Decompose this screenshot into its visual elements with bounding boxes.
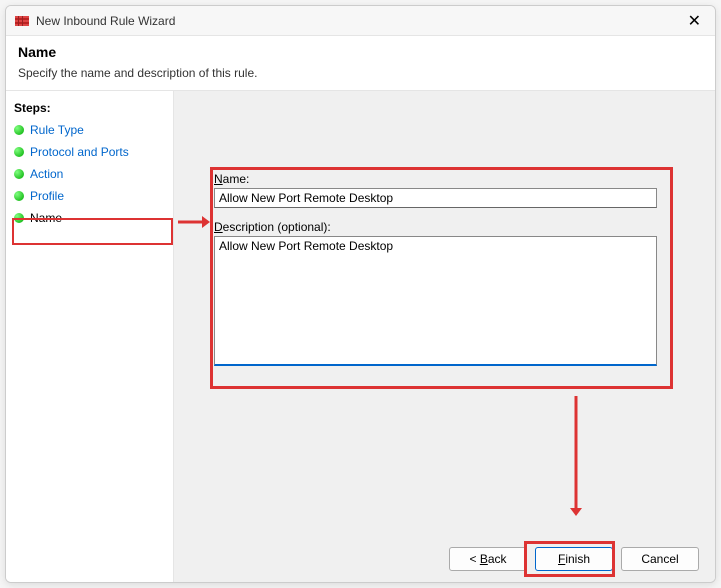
form-area: Name: Description (optional): Allow New … — [214, 172, 669, 369]
bullet-icon — [14, 125, 24, 135]
titlebar: New Inbound Rule Wizard ✕ — [6, 6, 715, 36]
page-title: Name — [18, 44, 703, 60]
annotation-arrow-right — [178, 216, 210, 228]
wizard-body: Steps: Rule Type Protocol and Ports Acti… — [6, 91, 715, 583]
wizard-header: Name Specify the name and description of… — [6, 36, 715, 91]
step-rule-type[interactable]: Rule Type — [6, 119, 173, 141]
bullet-icon — [14, 213, 24, 223]
window-title: New Inbound Rule Wizard — [36, 14, 682, 28]
step-label: Action — [30, 167, 63, 181]
step-action[interactable]: Action — [6, 163, 173, 185]
steps-header: Steps: — [6, 97, 173, 119]
wizard-window: New Inbound Rule Wizard ✕ Name Specify t… — [5, 5, 716, 583]
steps-sidebar: Steps: Rule Type Protocol and Ports Acti… — [6, 91, 174, 583]
close-icon[interactable]: ✕ — [682, 9, 707, 33]
step-label: Protocol and Ports — [30, 145, 129, 159]
annotation-arrow-down — [570, 396, 582, 516]
bullet-icon — [14, 191, 24, 201]
step-label: Rule Type — [30, 123, 84, 137]
step-protocol-ports[interactable]: Protocol and Ports — [6, 141, 173, 163]
step-label: Name — [30, 211, 62, 225]
bullet-icon — [14, 169, 24, 179]
description-label: Description (optional): — [214, 220, 669, 234]
back-button[interactable]: < Back — [449, 547, 527, 571]
page-subtitle: Specify the name and description of this… — [18, 66, 703, 80]
step-label: Profile — [30, 189, 64, 203]
finish-button[interactable]: Finish — [535, 547, 613, 571]
main-panel: Name: Description (optional): Allow New … — [174, 91, 715, 583]
name-label: Name: — [214, 172, 669, 186]
firewall-icon — [14, 13, 30, 29]
step-name[interactable]: Name — [6, 207, 173, 229]
description-input[interactable]: Allow New Port Remote Desktop — [214, 236, 657, 366]
cancel-button[interactable]: Cancel — [621, 547, 699, 571]
button-row: < Back Finish Cancel — [449, 547, 699, 571]
step-profile[interactable]: Profile — [6, 185, 173, 207]
bullet-icon — [14, 147, 24, 157]
name-input[interactable] — [214, 188, 657, 208]
